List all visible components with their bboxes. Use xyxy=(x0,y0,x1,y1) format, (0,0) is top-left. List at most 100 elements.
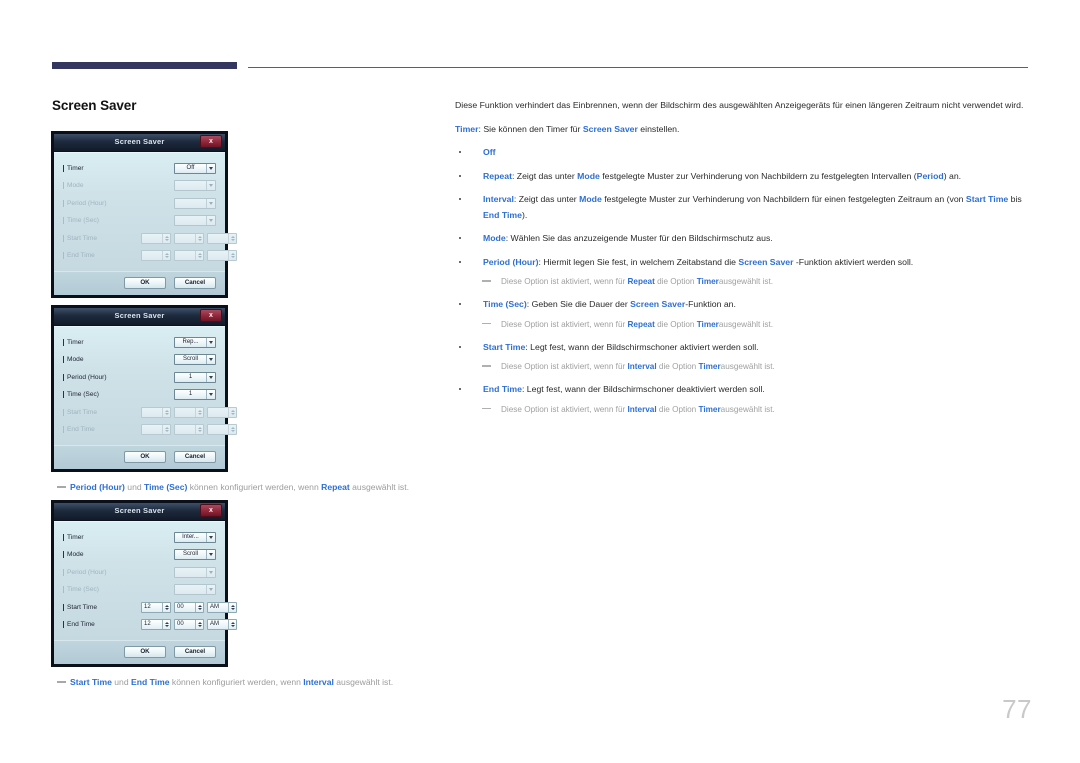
time-spinner[interactable]: AM xyxy=(207,619,237,630)
close-icon[interactable]: x xyxy=(200,309,222,322)
field-label-text: Time (Sec) xyxy=(67,217,99,224)
screen-saver-dialog: Screen Saver x Timer Off Mode Period (Hour) Ti… xyxy=(52,132,237,297)
chevron-down-icon[interactable] xyxy=(206,355,215,364)
left-column: Screen Saver Screen Saver x Timer Off Mode Pe… xyxy=(52,98,432,696)
field-label-text: Timer xyxy=(67,533,84,541)
field-label: Start Time xyxy=(63,234,141,242)
time-spinner[interactable]: AM xyxy=(207,601,237,613)
cancel-button[interactable]: Cancel xyxy=(174,277,216,289)
dropdown-period-hour xyxy=(174,566,216,578)
chevron-down-icon[interactable] xyxy=(206,390,215,399)
control-area: Scroll xyxy=(141,354,216,365)
bullet-text: Start Time: Legt fest, wann der Bildschi… xyxy=(483,341,759,352)
chevron-down-icon[interactable] xyxy=(206,372,215,382)
spinner-arrows-icon[interactable] xyxy=(228,233,236,243)
ok-button[interactable]: OK xyxy=(124,646,166,658)
dropdown-time-sec[interactable]: 1 xyxy=(174,389,216,400)
spinner-arrows-icon[interactable] xyxy=(228,620,236,629)
chevron-down-icon[interactable] xyxy=(206,163,215,173)
chevron-down-icon[interactable] xyxy=(206,216,215,225)
dialog-footer: OK Cancel xyxy=(54,271,225,295)
ok-button[interactable]: OK xyxy=(124,277,166,289)
dropdown-time-sec xyxy=(174,584,216,595)
page-number: 77 xyxy=(1002,694,1032,724)
spinner-arrows-icon[interactable] xyxy=(195,425,203,434)
form-row: Timer Rep... xyxy=(63,335,216,349)
spinner-arrows-icon[interactable] xyxy=(228,251,236,260)
dropdown-value: Scroll xyxy=(182,551,198,557)
control-area: Inter... xyxy=(141,531,216,543)
spinner-arrows-icon[interactable] xyxy=(162,407,170,417)
dropdown-timer[interactable]: Off xyxy=(174,162,216,174)
spinner-arrows-icon[interactable] xyxy=(195,407,203,417)
close-icon[interactable]: x xyxy=(200,504,222,517)
sub-note-text: Diese Option ist aktiviert, wenn für Rep… xyxy=(501,277,774,286)
spinner-arrows-icon[interactable] xyxy=(228,407,236,417)
intro-paragraph: Diese Funktion verhindert das Einbrennen… xyxy=(455,100,1024,110)
dialog-footer: OK Cancel xyxy=(54,445,225,469)
label-tick-icon xyxy=(63,338,64,346)
time-spinner[interactable]: 12 xyxy=(141,601,171,613)
chevron-down-icon[interactable] xyxy=(206,181,215,190)
note: Period (Hour) und Time (Sec) können konf… xyxy=(52,480,422,495)
spinner-arrows-icon[interactable] xyxy=(162,620,170,629)
control-area xyxy=(141,424,237,435)
spinner-arrows-icon[interactable] xyxy=(228,425,236,434)
chevron-down-icon[interactable] xyxy=(206,567,215,577)
control-area: 12 00 AM xyxy=(141,601,237,613)
form-row: End Time xyxy=(63,249,237,263)
field-label-text: Period (Hour) xyxy=(67,568,107,576)
dropdown-period-hour[interactable]: 1 xyxy=(174,371,216,383)
cancel-button[interactable]: Cancel xyxy=(174,646,216,658)
spinner-arrows-icon[interactable] xyxy=(195,620,203,629)
dropdown-mode[interactable]: Scroll xyxy=(174,549,216,560)
dropdown-timer[interactable]: Rep... xyxy=(174,336,216,348)
time-spinner[interactable]: 00 xyxy=(174,601,204,613)
screen-saver-dialog: Screen Saver x Timer Inter... Mode Scroll Peri… xyxy=(52,501,237,666)
chevron-down-icon[interactable] xyxy=(206,532,215,542)
field-label-text: Start Time xyxy=(67,603,98,611)
spinner-value: AM xyxy=(210,603,219,610)
time-spinner[interactable]: 12 xyxy=(141,619,171,630)
label-tick-icon xyxy=(63,551,64,558)
dialog-footer: OK Cancel xyxy=(54,640,225,664)
dropdown-mode xyxy=(174,180,216,191)
spinner-arrows-icon[interactable] xyxy=(228,602,236,612)
spinner-arrows-icon[interactable] xyxy=(162,425,170,434)
cancel-button[interactable]: Cancel xyxy=(174,451,216,463)
dropdown-mode[interactable]: Scroll xyxy=(174,354,216,365)
bullet-item: Start Time: Legt fest, wann der Bildschi… xyxy=(455,340,1033,356)
time-spinner xyxy=(141,424,171,435)
control-area: 1 xyxy=(141,389,216,400)
note-dash-icon xyxy=(482,322,491,325)
chevron-down-icon[interactable] xyxy=(206,198,215,208)
control-area xyxy=(141,566,216,578)
dropdown-timer[interactable]: Inter... xyxy=(174,531,216,543)
sub-note: Diese Option ist aktiviert, wenn für Int… xyxy=(455,359,1033,374)
close-icon[interactable]: x xyxy=(200,135,222,148)
chevron-down-icon[interactable] xyxy=(206,550,215,559)
chevron-down-icon[interactable] xyxy=(206,337,215,347)
chevron-down-icon[interactable] xyxy=(206,585,215,594)
spinner-arrows-icon[interactable] xyxy=(162,233,170,243)
form-row: Start Time xyxy=(63,231,237,245)
note-dash-icon xyxy=(57,681,66,683)
spinner-arrows-icon[interactable] xyxy=(162,251,170,260)
screen-saver-dialog: Screen Saver x Timer Rep... Mode Scroll Period… xyxy=(52,306,237,471)
bullet-item: End Time: Legt fest, wann der Bildschirm… xyxy=(455,382,1033,398)
spinner-arrows-icon[interactable] xyxy=(195,233,203,243)
dialog-body: Timer Inter... Mode Scroll Period (Hour) Time… xyxy=(54,521,237,640)
spinner-arrows-icon[interactable] xyxy=(195,602,203,612)
spinner-arrows-icon[interactable] xyxy=(162,602,170,612)
right-column: Diese Funktion verhindert das Einbrennen… xyxy=(455,98,1033,425)
form-row: Time (Sec) xyxy=(63,583,216,597)
dialog-titlebar: Screen Saver x xyxy=(54,134,225,152)
bullet-icon xyxy=(459,303,462,306)
ok-button[interactable]: OK xyxy=(124,451,166,463)
time-spinner xyxy=(207,232,237,244)
time-spinner[interactable]: 00 xyxy=(174,619,204,630)
control-area: 12 00 AM xyxy=(141,619,237,630)
spinner-arrows-icon[interactable] xyxy=(195,251,203,260)
dialog-titlebar: Screen Saver x xyxy=(54,308,225,326)
sub-note: Diese Option ist aktiviert, wenn für Rep… xyxy=(455,274,1033,289)
